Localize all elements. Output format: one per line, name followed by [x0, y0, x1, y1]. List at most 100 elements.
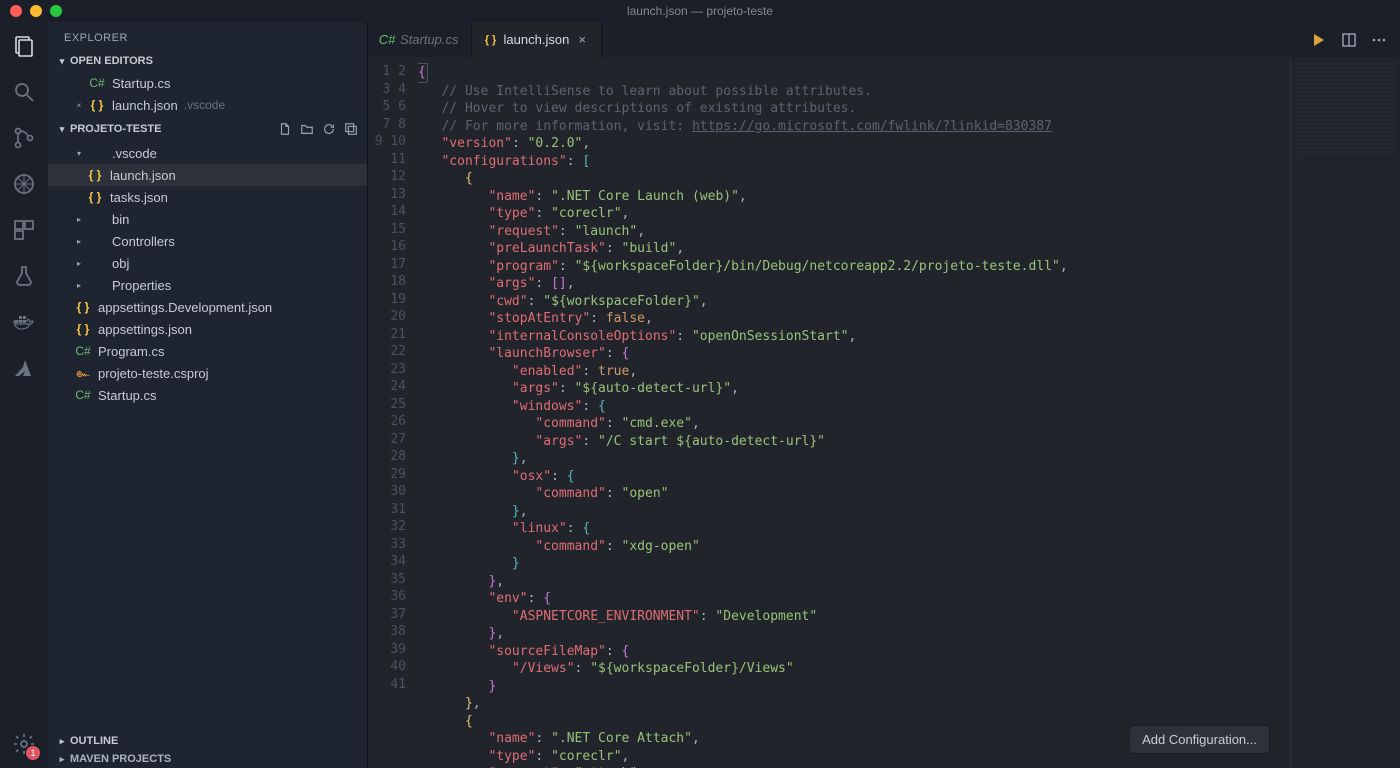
xml-file-icon: ๛	[74, 365, 92, 381]
file-label: Startup.cs	[112, 76, 171, 91]
open-editor-item[interactable]: C# Startup.cs	[48, 72, 367, 94]
tree-item-label: Controllers	[112, 234, 175, 249]
minimize-window-button[interactable]	[30, 5, 42, 17]
close-icon[interactable]: ×	[575, 33, 589, 47]
tree-item[interactable]: { }appsettings.json	[48, 318, 367, 340]
tree-item[interactable]: ▸ obj	[48, 252, 367, 274]
maven-header[interactable]: ▸ MAVEN PROJECTS	[48, 750, 367, 768]
maven-label: MAVEN PROJECTS	[70, 753, 171, 765]
tree-item-label: Properties	[112, 278, 171, 293]
json-file-icon: { }	[86, 189, 104, 205]
line-gutter: 1 2 3 4 5 6 7 8 9 10 11 12 13 14 15 16 1…	[368, 57, 418, 768]
chevron-icon: ▸	[74, 259, 84, 268]
minimap[interactable]	[1290, 57, 1400, 768]
activity-bar: 1	[0, 22, 48, 768]
editor-tab[interactable]: { } launch.json ×	[472, 22, 603, 57]
close-icon[interactable]: ×	[74, 101, 84, 110]
tree-item[interactable]: ▸Properties	[48, 274, 367, 296]
tab-label: Startup.cs	[400, 32, 459, 47]
folder-icon	[88, 255, 106, 271]
outline-header[interactable]: ▸ OUTLINE	[48, 732, 367, 750]
open-launch-config-icon[interactable]	[1310, 31, 1328, 49]
folder-icon	[88, 145, 106, 161]
tree-item-label: bin	[112, 212, 129, 227]
outline-label: OUTLINE	[70, 735, 118, 747]
tree-item[interactable]: C# Startup.cs	[48, 384, 367, 406]
folder-icon	[88, 211, 106, 227]
tree-item[interactable]: C#Program.cs	[48, 340, 367, 362]
project-section: ▾ PROJETO-TESTE ▾.vscode{ }launch.json{ …	[48, 118, 367, 408]
test-activity-icon[interactable]	[10, 262, 38, 290]
tree-item-label: Program.cs	[98, 344, 164, 359]
settings-badge: 1	[26, 746, 40, 760]
close-window-button[interactable]	[10, 5, 22, 17]
main-area: 1 EXPLORER ▾ OPEN EDITORS C#Startup.cs×{…	[0, 22, 1400, 768]
tree-item-label: Startup.cs	[98, 388, 157, 403]
project-actions	[277, 121, 359, 137]
json-file-icon: { }	[74, 299, 92, 315]
extensions-activity-icon[interactable]	[10, 216, 38, 244]
chevron-right-icon: ▸	[56, 754, 68, 765]
tree-item[interactable]: ▾.vscode	[48, 142, 367, 164]
tab-label: launch.json	[504, 32, 570, 47]
add-configuration-button[interactable]: Add Configuration...	[1129, 725, 1270, 754]
code-content[interactable]: { // Use IntelliSense to learn about pos…	[418, 57, 1290, 768]
project-tree: ▾.vscode{ }launch.json{ }tasks.json▸bin▸…	[48, 140, 367, 408]
maximize-window-button[interactable]	[50, 5, 62, 17]
editor-body[interactable]: 1 2 3 4 5 6 7 8 9 10 11 12 13 14 15 16 1…	[368, 57, 1400, 768]
titlebar: launch.json — projeto-teste	[0, 0, 1400, 22]
docker-activity-icon[interactable]	[10, 308, 38, 336]
tree-item-label: appsettings.Development.json	[98, 300, 272, 315]
chevron-icon: ▸	[74, 237, 84, 246]
json-file-icon: { }	[484, 33, 498, 47]
json-file-icon: { }	[74, 321, 92, 337]
csharp-file-icon: C#	[74, 387, 92, 403]
open-editor-item[interactable]: ×{ }launch.json.vscode	[48, 94, 367, 116]
csharp-file-icon: C#	[380, 33, 394, 47]
chevron-right-icon: ▸	[56, 736, 68, 747]
window-title: launch.json — projeto-teste	[627, 4, 773, 18]
tree-item-label: tasks.json	[110, 190, 168, 205]
tree-item-label: .vscode	[112, 146, 157, 161]
tree-item[interactable]: { } launch.json	[48, 164, 367, 186]
tree-item[interactable]: ▸ bin	[48, 208, 367, 230]
traffic-lights	[0, 5, 62, 17]
tree-item[interactable]: ๛ projeto-teste.csproj	[48, 362, 367, 384]
more-actions-icon[interactable]	[1370, 31, 1388, 49]
new-file-icon[interactable]	[277, 121, 293, 137]
tree-item-label: projeto-teste.csproj	[98, 366, 209, 381]
csharp-file-icon: C#	[88, 75, 106, 91]
editor-area: C# Startup.cs { } launch.json × 1 2 3 4 5 6 …	[368, 22, 1400, 768]
tree-item[interactable]: { } tasks.json	[48, 186, 367, 208]
tree-item[interactable]: ▸ Controllers	[48, 230, 367, 252]
chevron-down-icon: ▾	[56, 124, 68, 135]
json-file-icon: { }	[86, 167, 104, 183]
source-control-activity-icon[interactable]	[10, 124, 38, 152]
collapse-all-icon[interactable]	[343, 121, 359, 137]
tabs-actions	[1310, 22, 1400, 57]
open-editors-list: C#Startup.cs×{ }launch.json.vscode	[48, 70, 367, 118]
json-file-icon: { }	[88, 97, 106, 113]
tree-item-label: obj	[112, 256, 129, 271]
search-activity-icon[interactable]	[10, 78, 38, 106]
editor-tab[interactable]: C# Startup.cs	[368, 22, 472, 57]
tree-item[interactable]: { } appsettings.Development.json	[48, 296, 367, 318]
vscode-window: launch.json — projeto-teste	[0, 0, 1400, 768]
settings-gear-icon[interactable]: 1	[10, 730, 38, 758]
open-editors-header[interactable]: ▾ OPEN EDITORS	[48, 52, 367, 70]
folder-icon	[88, 277, 106, 293]
explorer-activity-icon[interactable]	[10, 32, 38, 60]
project-header[interactable]: ▾ PROJETO-TESTE	[48, 118, 367, 140]
open-editors-section: ▾ OPEN EDITORS C# Startup.cs × { } launch.js…	[48, 52, 367, 118]
new-folder-icon[interactable]	[299, 121, 315, 137]
explorer-sidebar: EXPLORER ▾ OPEN EDITORS C# Startup.cs × { }…	[48, 22, 368, 768]
file-label: launch.json	[112, 98, 178, 113]
sidebar-title: EXPLORER	[48, 22, 367, 52]
chevron-icon: ▸	[74, 215, 84, 224]
azure-activity-icon[interactable]	[10, 354, 38, 382]
debug-activity-icon[interactable]	[10, 170, 38, 198]
tree-item-label: launch.json	[110, 168, 176, 183]
open-editors-label: OPEN EDITORS	[70, 55, 153, 67]
refresh-icon[interactable]	[321, 121, 337, 137]
split-editor-icon[interactable]	[1340, 31, 1358, 49]
